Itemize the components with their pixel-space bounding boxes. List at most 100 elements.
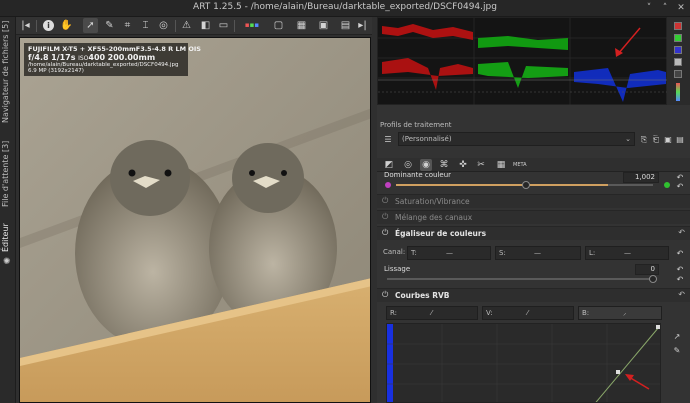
save-icon[interactable]: ▣: [663, 134, 673, 145]
image-preview[interactable]: FUJIFILM X-T5 + XF55-200mmF3.5-4.8 R LM …: [19, 37, 371, 403]
lissage-value[interactable]: 0: [635, 264, 659, 275]
window-icon[interactable]: ▤: [338, 18, 353, 33]
pointer-icon[interactable]: ➚: [83, 18, 98, 33]
histogram[interactable]: [377, 17, 668, 106]
profiles-label: Profils de traitement: [380, 121, 452, 129]
profile-select[interactable]: (Personnalisé) ⌄: [398, 132, 635, 146]
hand-icon[interactable]: ✋: [59, 18, 74, 33]
dominante-slider[interactable]: [396, 184, 608, 186]
chroma-toggle[interactable]: [674, 70, 682, 78]
profile-list-icon[interactable]: ☰: [383, 134, 393, 145]
title-bar: ART 1.25.5 - /home/alain/Bureau/darktabl…: [0, 0, 690, 17]
dominante-knob[interactable]: [522, 181, 530, 189]
canal-s-select[interactable]: S: —: [495, 246, 581, 260]
reset-icon: ↶: [678, 228, 685, 237]
green-toggle[interactable]: [674, 34, 682, 42]
mode-bar[interactable]: [676, 83, 680, 101]
exif-camera: FUJIFILM X-T5 + XF55-200mmF3.5-4.8 R LM …: [28, 45, 201, 53]
red-toggle[interactable]: [674, 22, 682, 30]
power-icon: ⏻: [382, 290, 389, 299]
editor-icon[interactable]: ✺: [3, 257, 11, 267]
custom-curve-icon: ⸝: [623, 309, 627, 317]
linear-curve-icon: ⁄: [527, 309, 529, 317]
art-window: ART 1.25.5 - /home/alain/Bureau/darktabl…: [0, 0, 690, 403]
window-controls: ˅ ˄ ✕: [644, 3, 686, 13]
reset-icon: ↶: [678, 290, 685, 299]
color-picker-icon[interactable]: ✎: [102, 18, 117, 33]
red-channel-icon[interactable]: ▪▪▪: [238, 18, 266, 33]
reset-icon[interactable]: ↶: [675, 181, 685, 192]
dominante-value[interactable]: 1,002: [623, 172, 659, 183]
info-icon[interactable]: i: [41, 18, 56, 33]
green-dot: [664, 182, 670, 188]
reset-icon[interactable]: ↶: [675, 274, 685, 285]
image-toolbar: |◂ i ✋ ➚ ✎ ⌗ ⌶ ◎ ⚠ ◧ ▭ ▪▪▪ ▢ ▦ ▣ ▤ ▸|: [16, 17, 372, 35]
exif-size: 6.9 MP (3192x2147): [28, 68, 84, 74]
picker-icon[interactable]: ✎: [672, 345, 682, 356]
egaliseur-header[interactable]: ⏻ Égaliseur de couleurs ↶: [377, 226, 690, 240]
power-icon: ⏻: [382, 196, 389, 205]
canal-t-select[interactable]: T: —: [407, 246, 491, 260]
meta-tab-icon[interactable]: META: [513, 159, 527, 171]
photo-birds: [20, 38, 370, 402]
window-title: ART 1.25.5 - /home/alain/Bureau/darktabl…: [193, 2, 497, 12]
compare-icon[interactable]: ◧: [198, 18, 213, 33]
minimize-button[interactable]: ˅: [644, 3, 654, 13]
raw-tab-icon[interactable]: ▦: [495, 159, 507, 171]
tab-editor[interactable]: Éditeur: [1, 222, 15, 254]
spot-icon[interactable]: ◎: [156, 18, 171, 33]
maximize-button[interactable]: ˄: [660, 3, 670, 13]
power-icon: ⏻: [382, 228, 389, 237]
power-icon: ⏻: [382, 212, 389, 221]
curve-b-select[interactable]: B: ⸝: [578, 306, 662, 320]
copy-icon[interactable]: ⎘: [639, 134, 649, 145]
preview-icon[interactable]: ▣: [316, 18, 331, 33]
curve-editor[interactable]: [386, 323, 661, 403]
canal-l-select[interactable]: L: —: [585, 246, 669, 260]
curve-tools: ↗ ✎: [666, 323, 688, 403]
chevron-down-icon: ⌄: [625, 135, 631, 143]
saturation-header[interactable]: ⏻ Saturation/Vibrance: [377, 194, 690, 208]
exposure-tab-icon[interactable]: ◩: [383, 159, 395, 171]
curve-v-select[interactable]: V: ⁄: [482, 306, 574, 320]
vertical-tab-bar: Navigateur de fichiers [5] File d'attent…: [0, 17, 16, 403]
blue-toggle[interactable]: [674, 46, 682, 54]
grid-icon[interactable]: ▦: [294, 18, 309, 33]
edit-point-icon[interactable]: ↗: [672, 331, 682, 342]
detail-tab-icon[interactable]: ◎: [402, 159, 414, 171]
paste-icon[interactable]: ⎗: [651, 134, 661, 145]
histogram-graph: [378, 18, 668, 106]
lissage-label: Lissage: [384, 265, 411, 273]
warning-icon[interactable]: ⚠: [179, 18, 194, 33]
expand-right-icon[interactable]: ▸|: [355, 18, 370, 33]
lissage-slider[interactable]: [387, 278, 657, 280]
load-icon[interactable]: ▤: [675, 134, 685, 145]
effects-tab-icon[interactable]: ✜: [457, 159, 469, 171]
tool-tabs: ◩ ◎ ◉ ⌘ ✜ ✂ ▦ META: [377, 158, 690, 172]
color-tab-icon[interactable]: ◉: [420, 159, 432, 171]
histogram-controls: [667, 17, 690, 105]
courbes-header[interactable]: ⏻ Courbes RVB ↶: [377, 288, 690, 302]
crop-icon[interactable]: ⌗: [120, 18, 135, 33]
linear-curve-icon: ⁄: [431, 309, 433, 317]
melange-header[interactable]: ⏻ Mélange des canaux: [377, 210, 690, 224]
magenta-dot: [385, 182, 391, 188]
lissage-knob[interactable]: [649, 275, 657, 283]
tab-queue[interactable]: File d'attente [3]: [1, 139, 15, 209]
exif-settings: f/4.8 1/17s ISO400 200.00mm: [28, 53, 156, 62]
transform-tab-icon[interactable]: ✂: [475, 159, 487, 171]
tab-file-browser[interactable]: Navigateur de fichiers [5]: [1, 21, 15, 123]
luminance-toggle[interactable]: [674, 58, 682, 66]
curve-r-select[interactable]: R: ⁄: [386, 306, 478, 320]
straighten-icon[interactable]: ⌶: [138, 18, 153, 33]
reset-icon[interactable]: ↶: [675, 248, 685, 259]
local-tab-icon[interactable]: ⌘: [438, 159, 450, 171]
close-button[interactable]: ✕: [676, 3, 686, 13]
tool-panel: Profils de traitement ☰ (Personnalisé) ⌄ …: [377, 105, 690, 403]
canal-label: Canal:: [383, 248, 406, 256]
frame-icon[interactable]: ▢: [271, 18, 286, 33]
collapse-left-icon[interactable]: |◂: [18, 18, 33, 33]
dominante-label: Dominante couleur: [384, 171, 452, 179]
film-icon[interactable]: ▭: [216, 18, 231, 33]
curve-graph: [387, 324, 660, 402]
